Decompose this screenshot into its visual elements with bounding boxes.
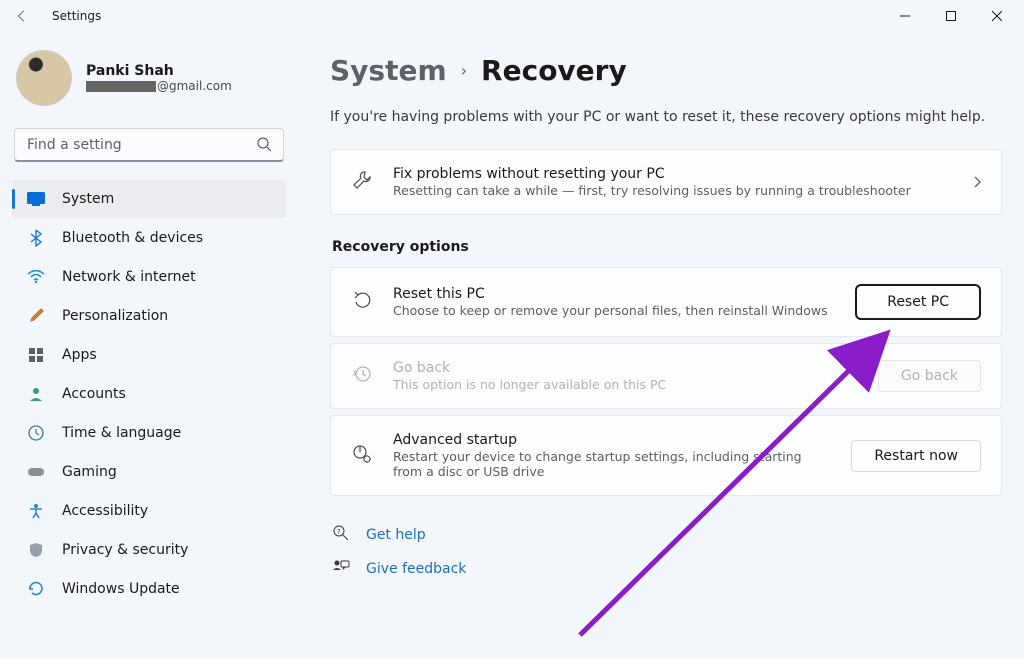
search-box[interactable] [14, 128, 284, 162]
sidebar-item-label: Gaming [62, 464, 117, 480]
account-block[interactable]: Panki Shah @gmail.com [8, 40, 290, 128]
accessibility-icon [26, 501, 46, 521]
sidebar-item-personalization[interactable]: Personalization [12, 297, 286, 335]
sidebar-item-bluetooth[interactable]: Bluetooth & devices [12, 219, 286, 257]
card-title: Advanced startup [393, 432, 831, 448]
fix-problems-card[interactable]: Fix problems without resetting your PC R… [330, 149, 1002, 215]
search-input[interactable] [14, 128, 284, 162]
card-title: Go back [393, 360, 858, 376]
close-button[interactable] [974, 0, 1020, 32]
account-email: @gmail.com [86, 79, 232, 93]
card-desc: Choose to keep or remove your personal f… [393, 303, 835, 318]
search-icon [256, 136, 272, 156]
sidebar-item-system[interactable]: System [12, 180, 286, 218]
sidebar-item-label: Network & internet [62, 269, 196, 285]
apps-icon [26, 345, 46, 365]
reset-pc-card: Reset this PC Choose to keep or remove y… [330, 267, 1002, 337]
reset-icon [351, 289, 373, 315]
sidebar-item-privacy[interactable]: Privacy & security [12, 531, 286, 569]
help-icon: ? [332, 524, 352, 546]
sidebar-item-network[interactable]: Network & internet [12, 258, 286, 296]
restart-now-button[interactable]: Restart now [851, 440, 981, 472]
card-desc: This option is no longer available on th… [393, 377, 858, 392]
sidebar-item-label: System [62, 191, 114, 207]
sidebar-item-label: Time & language [62, 425, 181, 441]
person-icon [26, 384, 46, 404]
link-label[interactable]: Get help [366, 527, 426, 543]
sidebar-item-gaming[interactable]: Gaming [12, 453, 286, 491]
intro-text: If you're having problems with your PC o… [330, 109, 1002, 125]
go-back-card: Go back This option is no longer availab… [330, 343, 1002, 409]
sidebar-item-label: Accounts [62, 386, 126, 402]
sidebar-item-accounts[interactable]: Accounts [12, 375, 286, 413]
power-gear-icon [351, 443, 373, 469]
svg-text:?: ? [337, 528, 341, 536]
update-icon [26, 579, 46, 599]
get-help-link[interactable]: ? Get help [330, 518, 1002, 552]
sidebar-item-label: Apps [62, 347, 97, 363]
wifi-icon [26, 267, 46, 287]
globe-clock-icon [26, 423, 46, 443]
sidebar-item-label: Windows Update [62, 581, 180, 597]
account-name: Panki Shah [86, 63, 232, 79]
sidebar-item-label: Bluetooth & devices [62, 230, 203, 246]
maximize-button[interactable] [928, 0, 974, 32]
shield-icon [26, 540, 46, 560]
window-title: Settings [52, 9, 101, 23]
card-title: Reset this PC [393, 286, 835, 302]
back-button[interactable] [10, 4, 34, 28]
card-desc: Resetting can take a while — first, try … [393, 183, 953, 198]
avatar [16, 50, 72, 106]
chevron-right-icon [973, 173, 981, 192]
chevron-right-icon: › [461, 61, 467, 80]
display-icon [26, 189, 46, 209]
minimize-button[interactable] [882, 0, 928, 32]
advanced-startup-card: Advanced startup Restart your device to … [330, 415, 1002, 496]
sidebar-item-apps[interactable]: Apps [12, 336, 286, 374]
breadcrumb: System › Recovery [330, 54, 1002, 87]
card-desc: Restart your device to change startup se… [393, 449, 831, 479]
link-label[interactable]: Give feedback [366, 561, 466, 577]
gamepad-icon [26, 462, 46, 482]
go-back-button: Go back [878, 360, 981, 392]
paintbrush-icon [26, 306, 46, 326]
bluetooth-icon [26, 228, 46, 248]
feedback-icon [332, 558, 352, 580]
sidebar-item-accessibility[interactable]: Accessibility [12, 492, 286, 530]
page-title: Recovery [481, 54, 627, 87]
sidebar-item-label: Privacy & security [62, 542, 188, 558]
history-icon [351, 363, 373, 389]
sidebar-item-windows-update[interactable]: Windows Update [12, 570, 286, 608]
wrench-icon [351, 169, 373, 195]
reset-pc-button[interactable]: Reset PC [855, 284, 981, 320]
card-title: Fix problems without resetting your PC [393, 166, 953, 182]
breadcrumb-parent[interactable]: System [330, 54, 447, 87]
give-feedback-link[interactable]: Give feedback [330, 552, 1002, 586]
sidebar-item-label: Personalization [62, 308, 168, 324]
sidebar-item-time-language[interactable]: Time & language [12, 414, 286, 452]
sidebar-item-label: Accessibility [62, 503, 148, 519]
section-label: Recovery options [332, 239, 1002, 255]
